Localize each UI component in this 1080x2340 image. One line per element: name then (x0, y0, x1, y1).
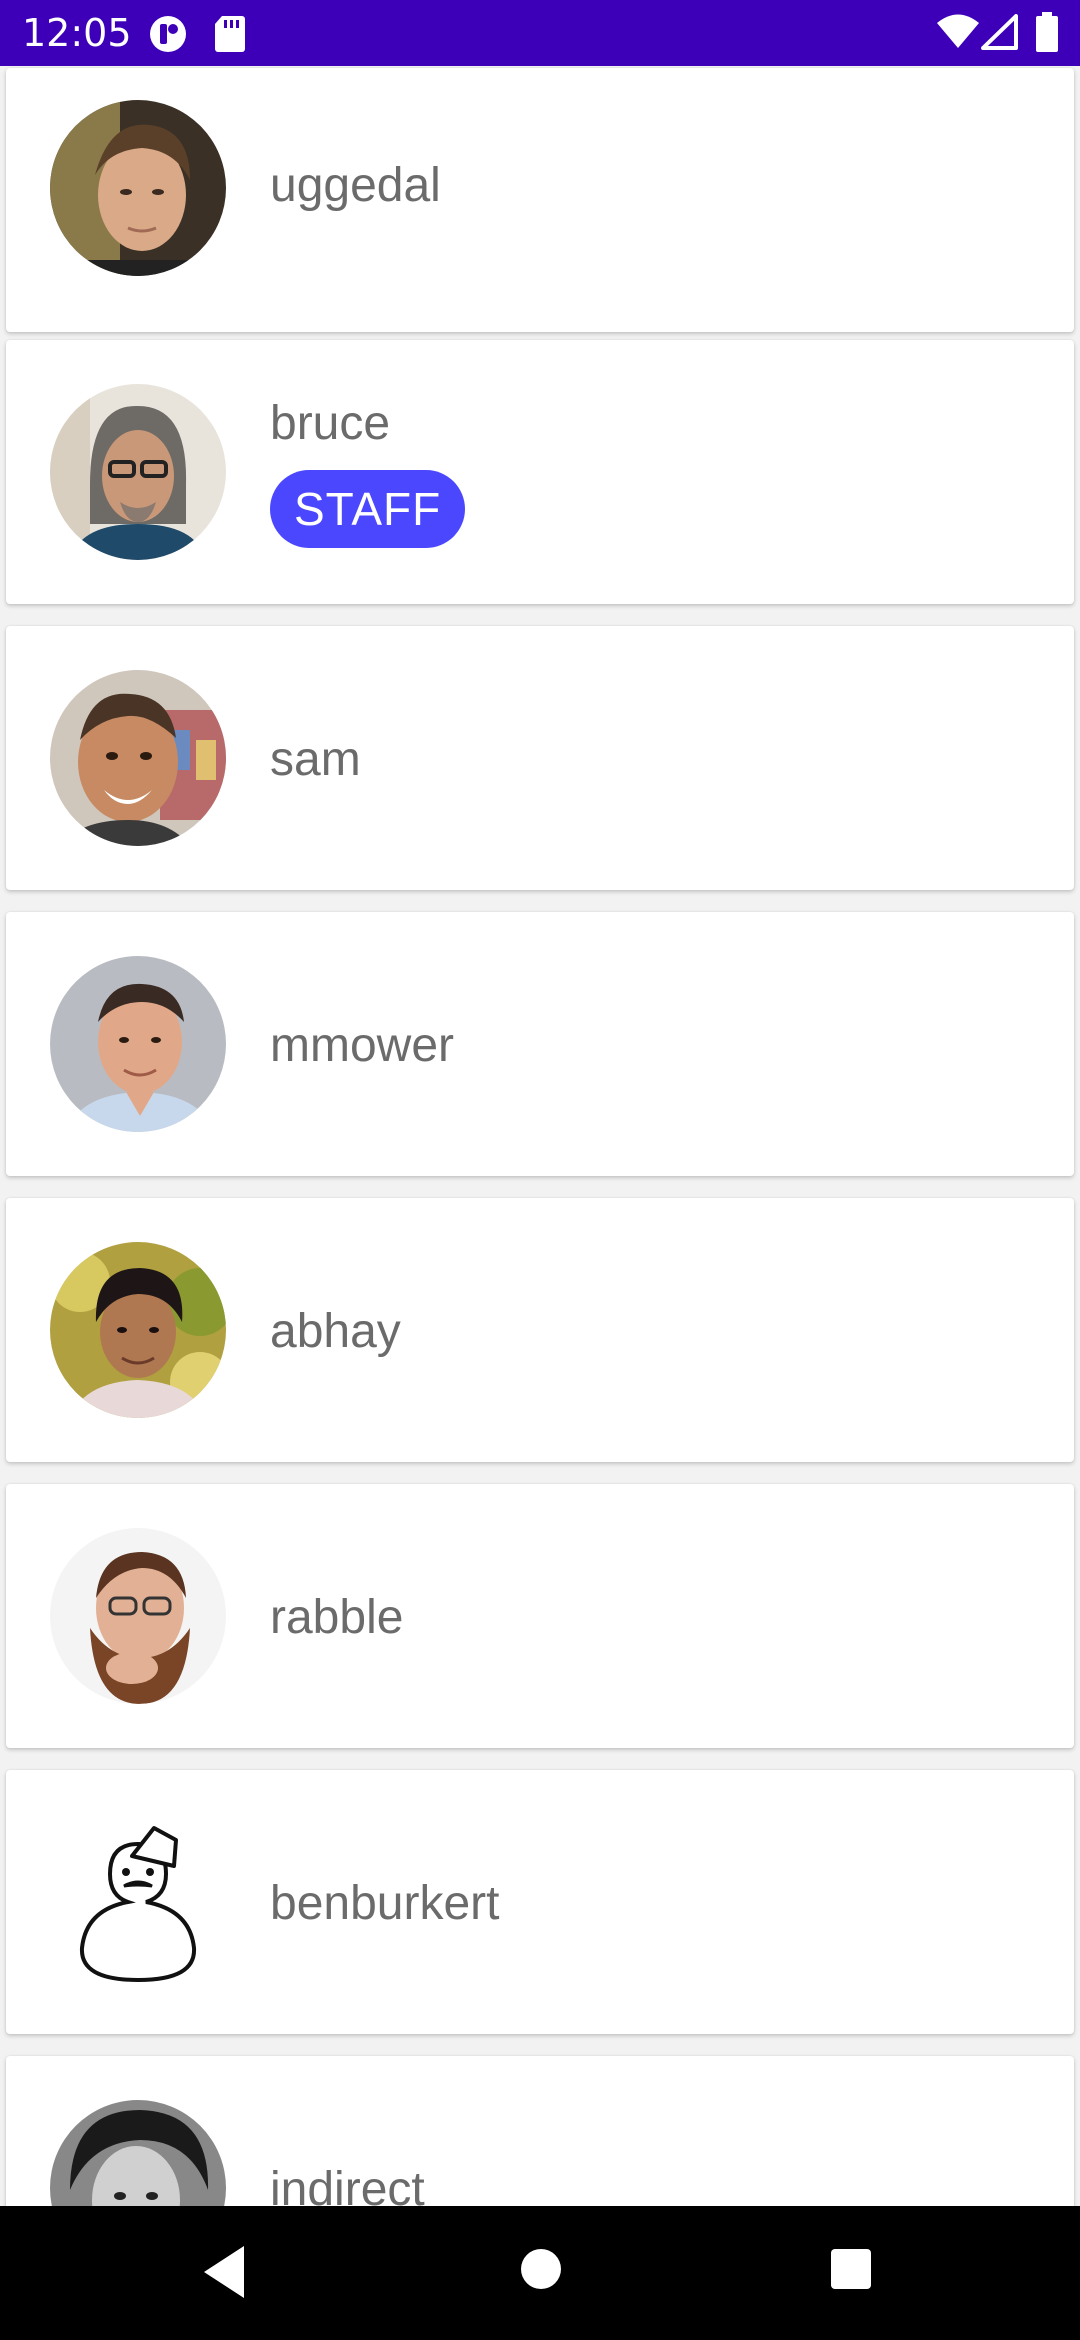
avatar (50, 2100, 226, 2206)
user-card-rabble[interactable]: rabble (6, 1484, 1074, 1748)
username: sam (270, 733, 361, 786)
username: mmower (270, 1019, 455, 1072)
user-card-mmower[interactable]: mmower (6, 912, 1074, 1176)
cellular-signal-icon (980, 14, 1018, 55)
sd-card-icon (214, 14, 246, 57)
privacy-indicator-icon (148, 14, 188, 59)
avatar (50, 1528, 226, 1704)
username: bruce (270, 397, 391, 450)
clock: 12:05 (22, 11, 132, 55)
username: abhay (270, 1305, 401, 1358)
username: indirect (270, 2163, 425, 2206)
status-bar: 12:05 (0, 0, 1080, 66)
avatar (50, 956, 226, 1132)
user-card-bruce[interactable]: bruce STAFF (6, 340, 1074, 604)
user-card-sam[interactable]: sam (6, 626, 1074, 890)
home-icon[interactable] (520, 2248, 562, 2295)
wifi-icon (936, 14, 980, 55)
battery-icon (1036, 12, 1058, 57)
user-card-indirect[interactable]: indirect (6, 2056, 1074, 2206)
recents-icon[interactable] (830, 2248, 872, 2295)
avatar (50, 670, 226, 846)
back-icon[interactable] (200, 2240, 250, 2309)
username: benburkert (270, 1877, 500, 1930)
user-card-benburkert[interactable]: benburkert (6, 1770, 1074, 2034)
avatar (50, 384, 226, 560)
avatar (50, 100, 226, 276)
user-list[interactable]: uggedal bruce STAFF sam mmower abhay rab… (0, 66, 1080, 2206)
user-card-uggedal[interactable]: uggedal (6, 68, 1074, 332)
staff-badge: STAFF (270, 470, 466, 548)
username: uggedal (270, 159, 441, 212)
avatar (50, 1242, 226, 1418)
user-card-abhay[interactable]: abhay (6, 1198, 1074, 1462)
navigation-bar (0, 2206, 1080, 2340)
avatar (50, 1814, 226, 1990)
username: rabble (270, 1591, 404, 1644)
